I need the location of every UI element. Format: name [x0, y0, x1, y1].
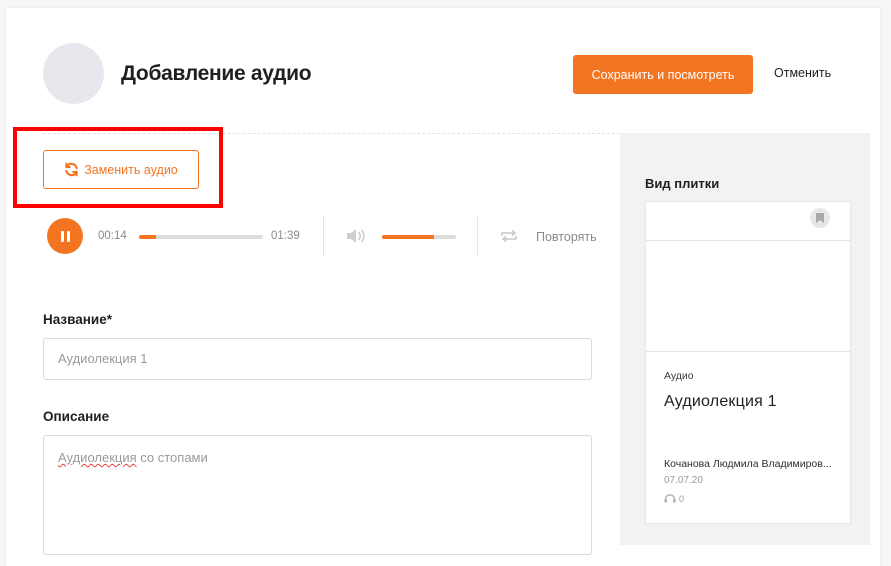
player-divider: [323, 216, 324, 256]
volume-fill: [382, 235, 434, 239]
tile-preview-title: Вид плитки: [645, 176, 720, 191]
description-text: со стопами: [136, 450, 208, 465]
bookmark-icon[interactable]: [810, 208, 830, 228]
duration: 01:39: [271, 230, 300, 242]
tile-type: Аудио: [664, 370, 694, 382]
listens-count: 0: [679, 494, 685, 504]
tile-stats: 0: [664, 493, 684, 505]
repeat-icon[interactable]: [500, 229, 518, 248]
volume-icon[interactable]: [346, 228, 368, 249]
description-label: Описание: [43, 409, 110, 424]
volume-slider[interactable]: [382, 235, 456, 239]
description-textarea[interactable]: Аудиолекция со стопами: [43, 435, 592, 555]
highlight-annotation: [13, 127, 223, 208]
page-title: Добавление аудио: [121, 62, 312, 85]
tile-author: Кочанова Людмила Владимиров...: [664, 458, 832, 470]
tile-header: [646, 202, 850, 241]
cancel-link[interactable]: Отменить: [774, 66, 831, 80]
repeat-toggle[interactable]: Повторять: [536, 230, 597, 244]
progress-fill: [139, 235, 157, 239]
current-time: 00:14: [98, 230, 127, 242]
tile-date: 07.07.20: [664, 475, 703, 486]
tile-media: [646, 241, 850, 352]
save-and-view-button[interactable]: Сохранить и посмотреть: [573, 55, 753, 94]
tile-name: Аудиолекция 1: [664, 393, 777, 410]
progress-slider[interactable]: [139, 235, 263, 239]
misspelled-word: Аудиолекция: [58, 450, 137, 465]
title-label: Название*: [43, 312, 112, 327]
pause-button[interactable]: [47, 218, 83, 254]
title-input[interactable]: Аудиолекция 1: [43, 338, 592, 380]
listens-icon: [664, 493, 676, 505]
player-divider: [477, 216, 478, 256]
pause-icon: [60, 230, 70, 242]
preview-tile[interactable]: Аудио Аудиолекция 1 Кочанова Людмила Вла…: [645, 201, 851, 524]
avatar: [43, 43, 104, 104]
